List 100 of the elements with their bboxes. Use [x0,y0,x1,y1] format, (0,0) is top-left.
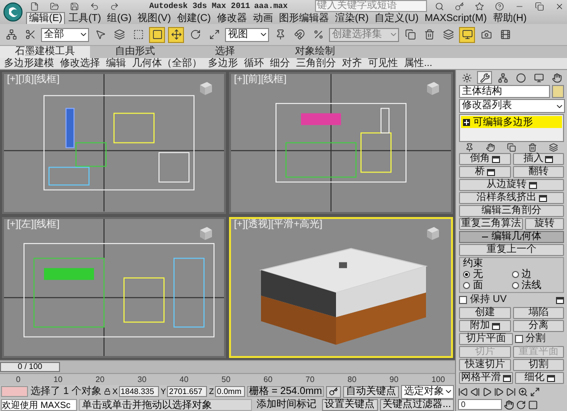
coordinate-field[interactable]: 1848.335 [118,386,159,397]
ribbon-panel-title[interactable]: 可见性 [368,58,398,69]
zoom-extents-icon[interactable] [530,386,540,396]
command-button[interactable]: 附加 [459,320,510,332]
ribbon-panel-title[interactable]: 编辑 [106,58,126,69]
play-icon[interactable] [482,386,492,396]
command-button[interactable]: 编辑三角剖分 [459,205,564,217]
go-to-end-icon[interactable] [506,386,516,396]
collapse-icon[interactable] [482,234,488,240]
menu-item[interactable]: 渲染(R) [332,12,372,24]
move-icon[interactable] [168,26,184,42]
key-mode-dropdown[interactable]: 选定对象 [401,384,454,398]
menu-item[interactable]: MAXScript(M) [422,12,490,24]
command-button[interactable]: 塌陷 [512,307,564,319]
command-button[interactable]: 创建 [459,307,510,319]
ribbon-panel-title[interactable]: 三角剖分 [296,58,336,69]
menu-item[interactable]: 视图(V) [134,12,174,24]
ribbon-panel-title[interactable]: 属性... [404,58,432,69]
menu-item[interactable]: 自定义(U) [372,12,422,24]
modifier-stack-item[interactable]: 可编辑多边形 [461,116,562,128]
ribbon-panel-title[interactable]: 细分 [270,58,290,69]
settings-icon[interactable] [486,168,495,176]
settings-icon[interactable] [492,156,500,162]
menu-item[interactable]: 创建(C) [174,12,214,24]
add-time-tag-button[interactable]: 添加时间标记 [254,398,320,410]
key-button[interactable] [326,386,341,398]
radio-button[interactable] [463,282,470,289]
coordinate-field[interactable]: 2701.657 [167,386,208,397]
command-button[interactable]: 桥 [459,166,510,178]
selection-filter-dropdown[interactable]: 全部 [41,28,89,42]
viewcube-icon[interactable] [198,224,214,240]
current-frame-field[interactable]: 0 [458,399,502,410]
command-button[interactable]: 重复三角算法 [459,218,523,230]
menu-item[interactable]: 工具(T) [65,12,104,24]
key-filters-button[interactable]: 关键点过滤器... [380,398,454,410]
expand-icon[interactable] [463,118,470,126]
command-button[interactable]: 沿样条线挤出 [459,192,564,204]
radio-button[interactable] [512,282,518,289]
ribbon-tab[interactable]: 对象绘制 [270,46,360,58]
orbit-icon[interactable] [516,400,526,410]
command-button[interactable]: 切割 [512,359,564,371]
ribbon-tab[interactable]: 选择 [180,46,270,58]
settings-icon[interactable] [538,194,546,202]
previous-frame-icon[interactable] [470,386,480,396]
maxscript-listener-field[interactable] [1,386,28,397]
viewcube-icon[interactable] [425,80,441,96]
command-button[interactable]: 倒角 [459,153,510,165]
coordinate-field[interactable]: 0.0mm [214,386,245,397]
remove-modifier-icon[interactable] [528,142,537,152]
go-to-start-icon[interactable] [458,386,468,396]
menu-item[interactable]: 动画 [250,12,276,24]
rollout-header[interactable]: 编辑几何体 [459,231,564,243]
menu-item[interactable]: 编辑(E) [26,12,66,24]
radio-button[interactable] [463,271,470,278]
checkbox[interactable] [514,335,522,343]
checkbox[interactable] [459,296,467,304]
pin-stack-icon[interactable] [465,142,474,152]
reference-coordinate-dropdown[interactable]: 视图 [225,28,269,42]
app-logo-icon[interactable] [3,2,23,22]
settings-icon[interactable] [545,156,554,162]
lock-icon[interactable] [104,387,110,396]
object-name-field[interactable]: 主体结构 [459,85,550,98]
pan-icon[interactable] [504,400,514,410]
ribbon-tab[interactable]: 石墨建模工具 [0,46,90,58]
command-button[interactable]: 从边旋转 [459,179,564,191]
command-button[interactable]: 翻转 [512,166,564,178]
set-key-button[interactable]: 设置关键点 [322,398,378,410]
settings-icon[interactable] [556,296,564,304]
menu-item[interactable]: 帮助(H) [490,12,530,24]
modify-tab-icon[interactable] [477,71,492,84]
menu-item[interactable]: 修改器 [214,12,250,24]
time-slider-thumb[interactable]: 0 / 100 [0,362,60,372]
command-button[interactable]: 旋转 [525,218,564,230]
modifier-list-dropdown[interactable]: 修改器列表 [459,99,565,113]
settings-icon[interactable] [503,374,511,382]
command-button[interactable]: 分离 [512,320,564,332]
ribbon-panel-title[interactable]: 对齐 [342,58,362,69]
zoom-icon[interactable] [518,386,528,396]
settings-icon[interactable] [546,374,554,382]
command-button[interactable]: 快速切片 [459,359,510,371]
ribbon-panel-title[interactable]: 几何体（全部） [132,58,202,69]
command-button[interactable]: 重复上一个 [459,244,564,256]
command-button[interactable]: 网格平滑 [459,372,513,384]
object-color-swatch[interactable] [552,85,564,98]
menu-item[interactable]: 组(G) [104,12,135,24]
viewcube-icon[interactable] [198,80,214,96]
ribbon-tab[interactable]: 自由形式 [90,46,180,58]
ribbon-panel-title[interactable]: 循环 [244,58,264,69]
radio-button[interactable] [512,271,518,278]
settings-icon[interactable] [492,322,500,330]
viewcube-icon[interactable] [425,224,441,240]
command-button[interactable]: 细化 [515,372,564,384]
command-button[interactable]: 切片平面 [459,333,512,345]
command-button[interactable]: 插入 [512,153,564,165]
auto-key-button[interactable]: 自动关键点 [343,386,399,398]
ribbon-panel-title[interactable]: 多边形建模 [4,58,54,69]
ribbon-panel-title[interactable]: 修改选择 [60,58,100,69]
settings-icon[interactable] [528,182,536,188]
ribbon-panel-title[interactable]: 多边形 [208,58,238,69]
next-frame-icon[interactable] [494,386,504,396]
